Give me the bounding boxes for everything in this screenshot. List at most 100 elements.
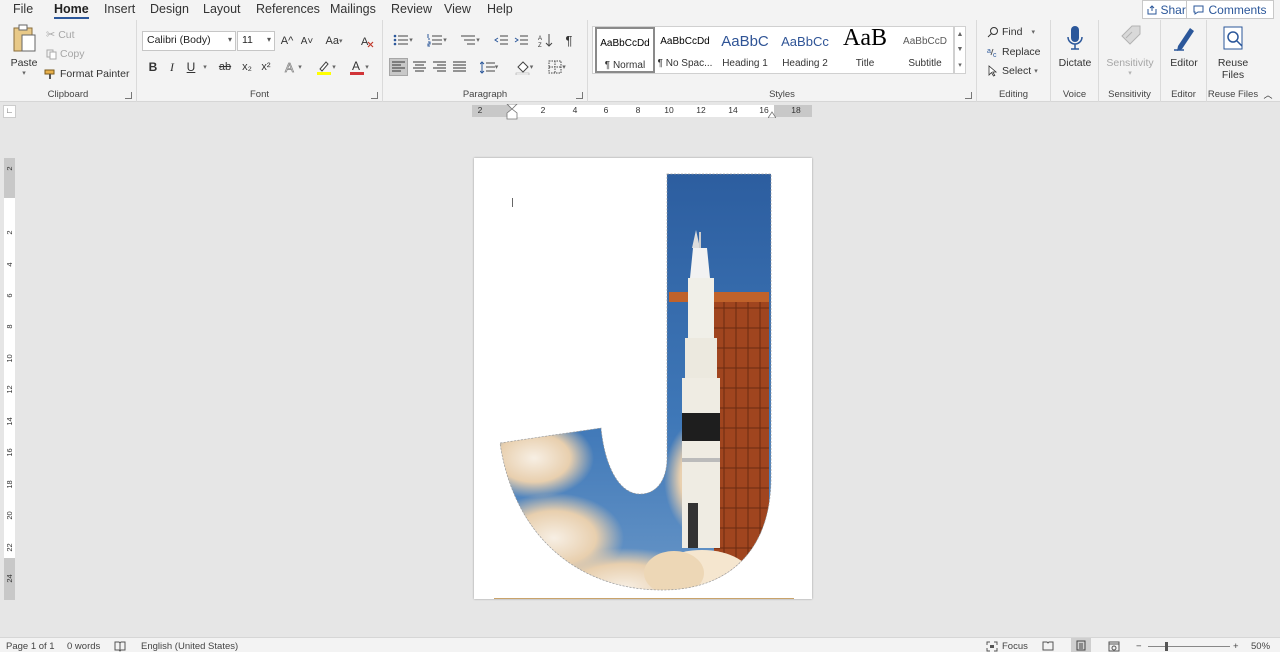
tab-design[interactable]: Design bbox=[150, 2, 189, 16]
proofing-button[interactable] bbox=[114, 641, 126, 652]
letter-j-rocket-picture[interactable] bbox=[474, 158, 812, 599]
svg-text:A: A bbox=[538, 36, 542, 42]
sensitivity-button[interactable]: Sensitivity ▾ bbox=[1103, 24, 1157, 77]
tab-help[interactable]: Help bbox=[487, 2, 513, 16]
reuse-files-button[interactable]: Reuse Files bbox=[1211, 24, 1255, 81]
font-color-button[interactable]: A ▾ bbox=[345, 59, 373, 75]
web-layout-button[interactable] bbox=[1108, 641, 1120, 652]
decrease-indent-button[interactable] bbox=[493, 32, 509, 48]
line-spacing-button[interactable]: ▾ bbox=[476, 59, 502, 75]
svg-text:A: A bbox=[352, 59, 360, 73]
font-name-combo[interactable]: Calibri (Body) ▾ bbox=[142, 31, 236, 51]
highlight-color-button[interactable]: ▾ bbox=[312, 59, 340, 75]
font-launcher-icon[interactable] bbox=[371, 92, 378, 99]
collapse-ribbon-icon[interactable]: ︿ bbox=[1262, 88, 1274, 100]
horizontal-ruler[interactable]: 2 2 4 6 8 10 12 14 16 18 bbox=[472, 104, 812, 120]
underline-dropdown-icon[interactable]: ▾ bbox=[201, 59, 209, 75]
tab-insert[interactable]: Insert bbox=[104, 2, 135, 16]
zoom-slider-track[interactable] bbox=[1148, 646, 1230, 647]
style-no-spacing[interactable]: AaBbCcDd ¶ No Spac... bbox=[655, 27, 715, 73]
borders-button[interactable]: ▾ bbox=[543, 59, 571, 75]
vertical-ruler[interactable]: 2 2 4 6 8 10 12 14 16 18 20 22 24 bbox=[4, 158, 15, 600]
shrink-font-button[interactable]: A˅ bbox=[299, 33, 315, 49]
clipboard-launcher-icon[interactable] bbox=[125, 92, 132, 99]
italic-button[interactable]: I bbox=[165, 59, 179, 75]
tab-selector[interactable]: ∟ bbox=[3, 105, 16, 118]
show-formatting-button[interactable]: ¶ bbox=[561, 32, 577, 48]
underline-button[interactable]: U bbox=[184, 59, 198, 75]
read-mode-button[interactable] bbox=[1042, 641, 1054, 651]
language-status[interactable]: English (United States) bbox=[141, 641, 238, 652]
subscript-button[interactable]: x₂ bbox=[239, 59, 255, 75]
right-indent-marker-icon[interactable] bbox=[768, 110, 776, 118]
increase-indent-button[interactable] bbox=[513, 32, 529, 48]
change-case-button[interactable]: Aa ▾ bbox=[322, 33, 346, 49]
format-painter-button[interactable]: Format Painter bbox=[44, 68, 129, 80]
paragraph-launcher-icon[interactable] bbox=[576, 92, 583, 99]
cut-button[interactable]: ✂ Cut bbox=[46, 28, 75, 42]
document-page[interactable] bbox=[474, 158, 812, 599]
style-title[interactable]: AaB Title bbox=[835, 25, 895, 73]
dictate-label: Dictate bbox=[1058, 57, 1092, 69]
superscript-button[interactable]: x² bbox=[258, 59, 274, 75]
sort-button[interactable]: AZ bbox=[537, 32, 553, 48]
font-size-combo[interactable]: 11 ▾ bbox=[237, 31, 275, 51]
styles-launcher-icon[interactable] bbox=[965, 92, 972, 99]
tab-layout[interactable]: Layout bbox=[203, 2, 241, 16]
focus-mode-button[interactable]: Focus bbox=[986, 641, 1028, 652]
multilevel-list-button[interactable]: ▾ bbox=[456, 32, 484, 48]
grow-font-button[interactable]: A^ bbox=[279, 33, 295, 49]
zoom-out-button[interactable]: − bbox=[1136, 641, 1142, 652]
find-button[interactable]: Find ▾ bbox=[987, 26, 1035, 38]
bullets-button[interactable]: ▾ bbox=[389, 32, 417, 48]
styles-more-icon[interactable]: ▾ bbox=[958, 61, 962, 69]
text-effects-button[interactable]: A ▾ bbox=[282, 59, 304, 75]
align-right-button[interactable] bbox=[431, 59, 447, 75]
align-left-button[interactable] bbox=[389, 58, 408, 76]
page-count[interactable]: Page 1 of 1 bbox=[6, 641, 55, 652]
style-heading-1[interactable]: AaBbC Heading 1 bbox=[715, 27, 775, 73]
select-button[interactable]: Select ▾ bbox=[987, 65, 1038, 77]
bold-button[interactable]: B bbox=[146, 59, 160, 75]
find-label: Find bbox=[1002, 26, 1023, 38]
zoom-level[interactable]: 50% bbox=[1251, 641, 1270, 652]
numbering-button[interactable]: ▾ bbox=[423, 32, 451, 48]
ruler-number: 2 bbox=[477, 105, 483, 115]
paste-button[interactable]: Paste ▾ bbox=[8, 24, 40, 77]
ruler-number: 4 bbox=[5, 262, 14, 267]
replace-button[interactable]: ac Replace bbox=[987, 46, 1041, 58]
copy-button[interactable]: Copy bbox=[46, 48, 85, 60]
editor-label: Editor bbox=[1170, 57, 1198, 69]
strikethrough-button[interactable]: ab bbox=[217, 59, 233, 75]
sensitivity-dropdown-icon[interactable]: ▾ bbox=[1103, 69, 1157, 77]
align-center-button[interactable] bbox=[411, 59, 427, 75]
zoom-slider-thumb[interactable] bbox=[1165, 642, 1168, 651]
print-layout-icon bbox=[1076, 640, 1086, 651]
style-subtitle[interactable]: AaBbCcD Subtitle bbox=[895, 27, 955, 73]
ruler-number: 10 bbox=[5, 354, 14, 363]
style-heading-2[interactable]: AaBbCc Heading 2 bbox=[775, 27, 835, 73]
paste-dropdown-icon[interactable]: ▾ bbox=[8, 69, 40, 77]
word-count[interactable]: 0 words bbox=[67, 641, 100, 652]
tab-file[interactable]: File bbox=[13, 2, 33, 16]
dictate-button[interactable]: Dictate bbox=[1055, 24, 1095, 69]
tab-mailings[interactable]: Mailings bbox=[330, 2, 376, 16]
editor-button[interactable]: Editor bbox=[1165, 24, 1203, 69]
scroll-down-icon[interactable]: ▼ bbox=[957, 46, 964, 53]
clear-formatting-button[interactable]: A bbox=[359, 33, 375, 49]
tab-review[interactable]: Review bbox=[391, 2, 432, 16]
print-layout-button[interactable] bbox=[1071, 638, 1091, 652]
justify-button[interactable] bbox=[451, 59, 467, 75]
focus-icon bbox=[986, 641, 998, 652]
tab-view[interactable]: View bbox=[444, 2, 471, 16]
comments-button[interactable]: Comments bbox=[1186, 0, 1274, 19]
zoom-in-button[interactable]: + bbox=[1233, 641, 1239, 652]
tab-home[interactable]: Home bbox=[54, 2, 89, 19]
style-normal[interactable]: AaBbCcDd ¶ Normal bbox=[595, 27, 655, 73]
paragraph-group: ▾ ▾ ▾ AZ ¶ ▾ ▾ ▾ Paragraph bbox=[383, 20, 588, 102]
editor-pen-icon bbox=[1174, 28, 1194, 51]
indent-marker-icon[interactable] bbox=[506, 104, 518, 120]
scroll-up-icon[interactable]: ▲ bbox=[957, 31, 964, 38]
tab-references[interactable]: References bbox=[256, 2, 320, 16]
shading-button[interactable]: ▾ bbox=[511, 59, 537, 75]
